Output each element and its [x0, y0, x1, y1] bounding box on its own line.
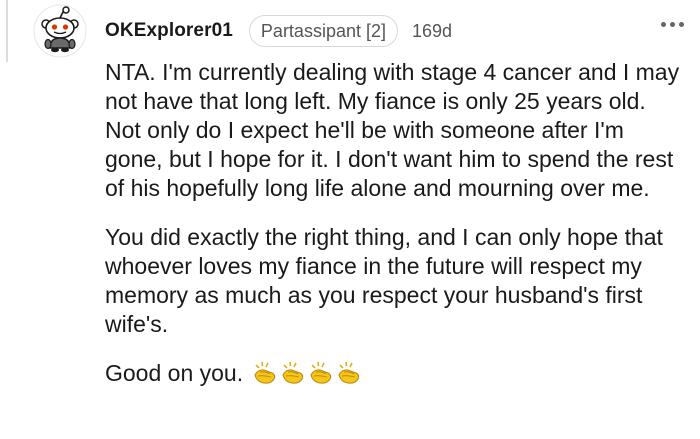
comment-body: NTA. I'm currently dealing with stage 4 … [105, 58, 685, 408]
comment-paragraph: You did exactly the right thing, and I c… [105, 224, 663, 337]
more-dot [679, 22, 684, 27]
username-link[interactable]: OKExplorer01 [105, 20, 233, 42]
more-dot [670, 22, 675, 27]
comment-paragraph-text: Good on you. [105, 360, 244, 386]
clapping-hands-icon [252, 361, 278, 385]
comment-paragraph-last: Good on you. [105, 359, 685, 388]
comment-paragraph: NTA. I'm currently dealing with stage 4 … [105, 59, 680, 201]
emoji-row [250, 360, 362, 386]
comment-age: 169d [412, 20, 453, 41]
snoo-avatar-icon[interactable] [33, 4, 87, 58]
clapping-hands-icon [308, 361, 334, 385]
clapping-hands-icon [280, 361, 306, 385]
comment-header: OKExplorer01 Partassipant [2] 169d [105, 14, 680, 48]
user-flair-badge: Partassipant [2] [248, 15, 398, 47]
more-dot [661, 22, 666, 27]
clapping-hands-icon [336, 361, 362, 385]
comment: OKExplorer01 Partassipant [2] 169d NTA. … [0, 0, 700, 439]
more-options-icon[interactable] [661, 22, 684, 27]
